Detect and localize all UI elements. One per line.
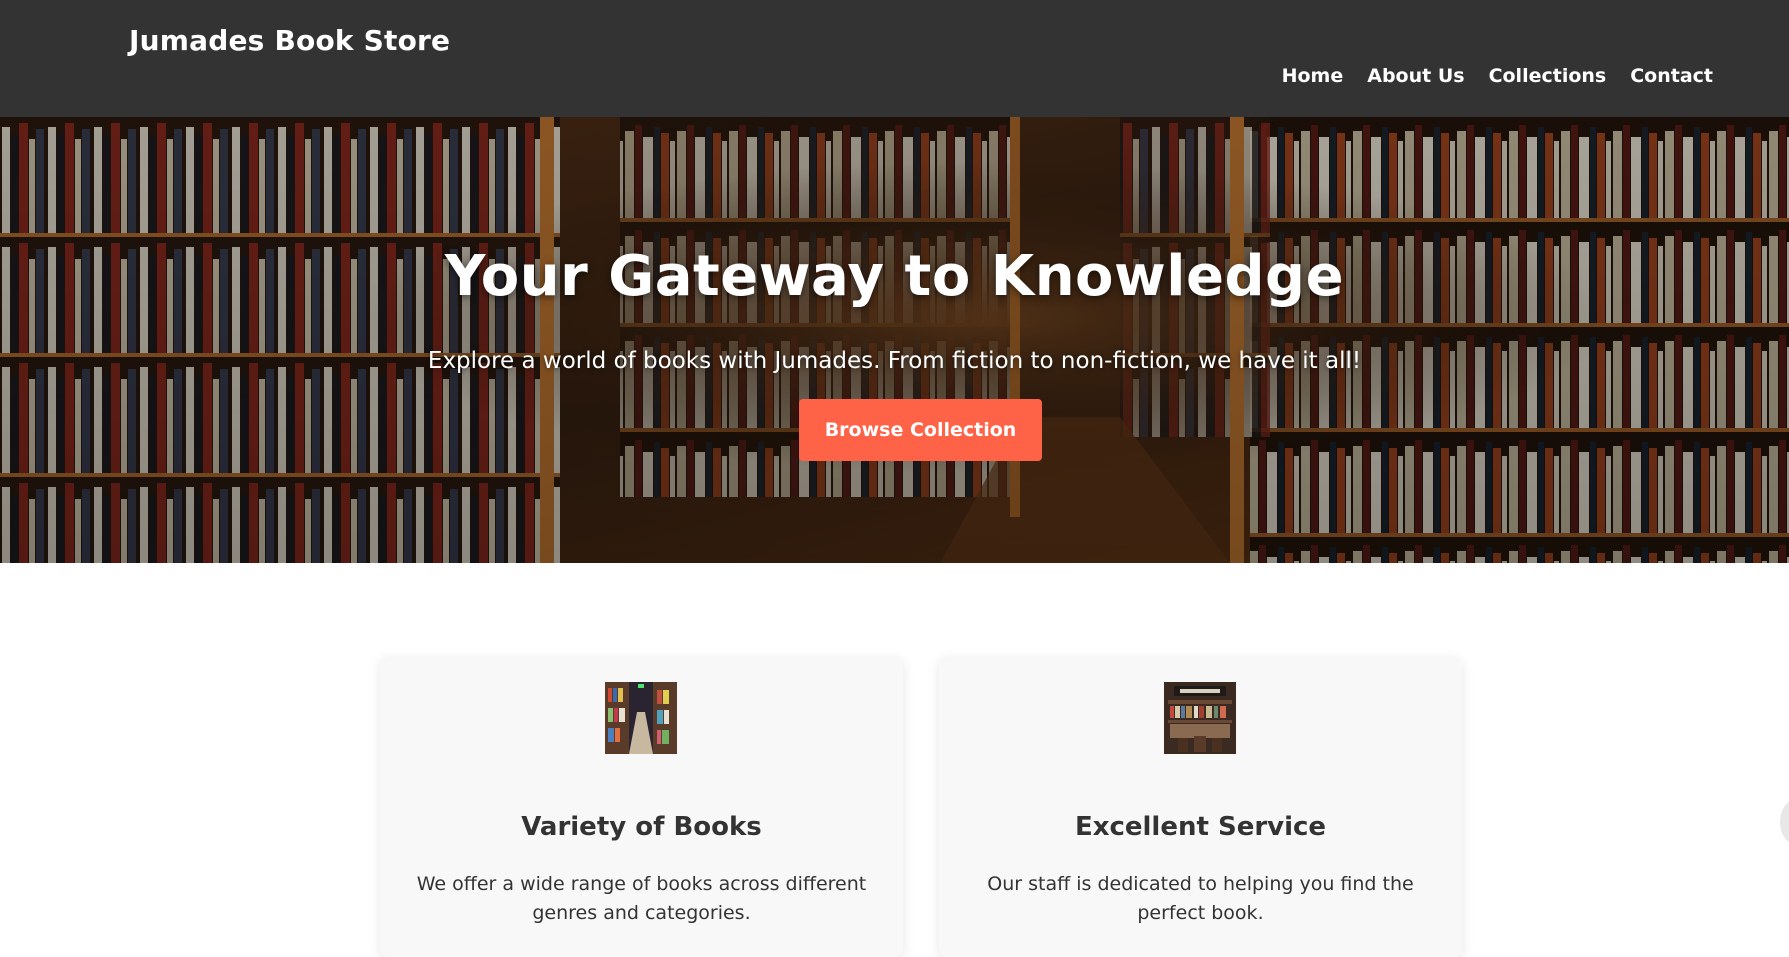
feature-title: Variety of Books <box>521 812 762 842</box>
nav-link-about-us[interactable]: About Us <box>1367 65 1464 87</box>
nav-link-collections[interactable]: Collections <box>1489 65 1607 87</box>
hero-title: Your Gateway to Knowledge <box>444 244 1345 309</box>
scroll-to-top-button[interactable] <box>1780 800 1789 844</box>
feature-card-service: Excellent Service Our staff is dedicated… <box>939 657 1462 957</box>
bookshelf-background-image <box>0 117 1789 563</box>
hero-banner: Your Gateway to Knowledge Explore a worl… <box>0 117 1789 563</box>
feature-card-variety: Variety of Books We offer a wide range o… <box>380 657 903 957</box>
feature-description: We offer a wide range of books across di… <box>416 873 867 924</box>
feature-title: Excellent Service <box>1074 812 1327 842</box>
browse-collection-button[interactable]: Browse Collection <box>799 399 1042 461</box>
library-aisle-thumbnail <box>605 682 677 754</box>
nav-link-contact[interactable]: Contact <box>1630 65 1713 87</box>
nav-link-home[interactable]: Home <box>1282 65 1344 87</box>
main-nav: Home About Us Collections Contact <box>1282 65 1713 87</box>
site-logo[interactable]: Jumades Book Store <box>129 24 450 57</box>
bookstore-front-thumbnail <box>1164 682 1236 754</box>
feature-description: Our staff is dedicated to helping you fi… <box>987 873 1414 924</box>
hero-subtitle: Explore a world of books with Jumades. F… <box>427 348 1362 374</box>
site-header: Jumades Book Store Home About Us Collect… <box>0 0 1789 117</box>
